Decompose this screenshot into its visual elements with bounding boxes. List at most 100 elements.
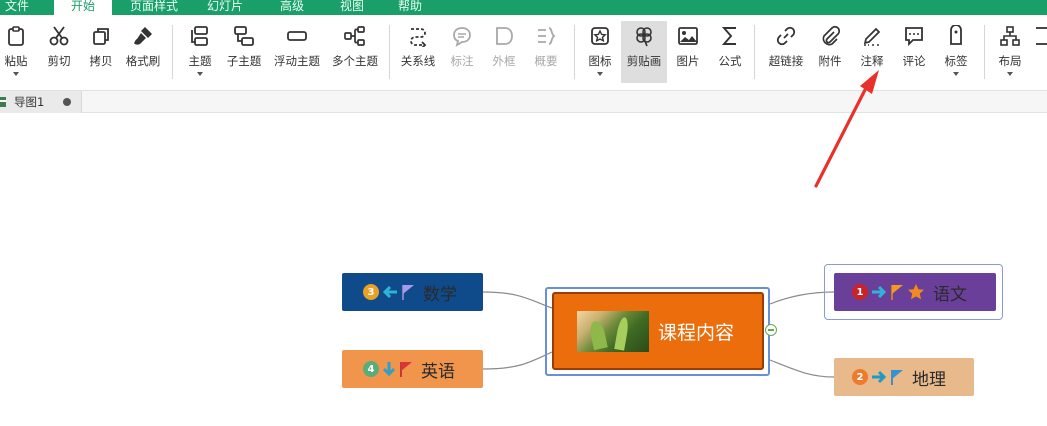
menu-start[interactable]: 开始 — [54, 0, 112, 15]
more-button[interactable] — [1036, 21, 1047, 85]
collapse-toggle[interactable] — [765, 324, 777, 336]
callout-icon — [449, 23, 475, 49]
formula-button[interactable]: 公式 — [714, 21, 746, 85]
subtopic-label: 子主题 — [226, 54, 262, 68]
copy-label: 拷贝 — [89, 54, 113, 68]
arrow-left-icon — [382, 285, 398, 299]
topic-chinese[interactable]: 1 语文 — [834, 273, 996, 311]
arrow-right-icon — [871, 370, 887, 384]
layout-label: 布局 — [998, 54, 1022, 68]
relationship-label: 关系线 — [400, 54, 436, 68]
brush-icon — [130, 23, 156, 49]
flag-icon — [890, 369, 904, 385]
summary-button[interactable]: 概要 — [530, 21, 562, 85]
priority-2-badge: 2 — [852, 369, 868, 385]
paperclip-icon — [817, 23, 843, 49]
document-tab-label: 导图1 — [14, 95, 45, 109]
clipart-button[interactable]: 剪贴画 — [621, 21, 667, 83]
central-topic-image — [577, 310, 649, 352]
comment-label: 评论 — [902, 54, 926, 68]
paste-button[interactable]: 粘贴 — [0, 21, 32, 85]
chevron-down-icon — [13, 72, 19, 76]
boundary-label: 外框 — [492, 54, 516, 68]
ribbon-toolbar: 粘贴 剪切 拷贝 格式刷 主题 子主题 浮动主题 多个主题 关系线 标注 外框 … — [0, 15, 1047, 91]
topic-geography-label: 地理 — [912, 369, 946, 390]
boundary-button[interactable]: 外框 — [488, 21, 520, 85]
org-chart-icon — [997, 23, 1023, 49]
relationship-icon — [405, 23, 431, 49]
attachment-button[interactable]: 附件 — [814, 21, 846, 85]
hyperlink-label: 超链接 — [768, 54, 804, 68]
menu-slides[interactable]: 幻灯片 — [202, 0, 248, 15]
hyperlink-button[interactable]: 超链接 — [764, 21, 808, 85]
topic-math[interactable]: 3 数学 — [342, 273, 483, 311]
tag-icon — [943, 23, 969, 49]
note-label: 注释 — [860, 54, 884, 68]
icon-button[interactable]: 图标 — [584, 21, 616, 85]
floating-topic-button[interactable]: 浮动主题 — [270, 21, 324, 85]
menu-view[interactable]: 视图 — [332, 0, 372, 15]
menu-file[interactable]: 文件 — [0, 0, 34, 15]
tag-button[interactable]: 标签 — [940, 21, 972, 85]
topic-button[interactable]: 主题 — [184, 21, 216, 85]
relationship-button[interactable]: 关系线 — [398, 21, 438, 85]
attachment-label: 附件 — [818, 54, 842, 68]
arrow-right-icon — [871, 285, 887, 299]
document-tab-strip: 导图1 — [0, 91, 1047, 113]
cut-button[interactable]: 剪切 — [42, 21, 76, 85]
central-topic[interactable]: 课程内容 — [552, 292, 764, 370]
image-button[interactable]: 图片 — [672, 21, 704, 85]
note-button[interactable]: 注释 — [856, 21, 888, 85]
close-tab-icon[interactable] — [63, 98, 71, 106]
chevron-down-icon — [1007, 72, 1013, 76]
multiple-topics-icon — [342, 23, 368, 49]
menu-help[interactable]: 帮助 — [390, 0, 430, 15]
mindmap-file-icon — [0, 97, 6, 107]
subtopic-button[interactable]: 子主题 — [224, 21, 264, 85]
tag-label: 标签 — [944, 54, 968, 68]
callout-label: 标注 — [450, 54, 474, 68]
floating-topic-label: 浮动主题 — [274, 54, 320, 68]
copy-icon — [88, 23, 114, 49]
topic-english[interactable]: 4 英语 — [342, 350, 483, 388]
format-painter-label: 格式刷 — [125, 54, 161, 68]
arrow-down-icon — [382, 361, 396, 377]
layout-button[interactable]: 布局 — [994, 21, 1026, 85]
formula-label: 公式 — [718, 54, 742, 68]
central-topic-label: 课程内容 — [658, 321, 735, 344]
callout-button[interactable]: 标注 — [446, 21, 478, 85]
format-painter-button[interactable]: 格式刷 — [122, 21, 164, 85]
floating-topic-icon — [284, 23, 310, 49]
star-icon — [907, 283, 925, 301]
divider — [172, 25, 173, 79]
flag-icon — [401, 284, 415, 300]
topic-chinese-label: 语文 — [933, 284, 967, 305]
priority-4-badge: 4 — [363, 361, 379, 377]
link-icon — [773, 23, 799, 49]
multiple-topics-button[interactable]: 多个主题 — [328, 21, 382, 85]
topic-english-label: 英语 — [421, 361, 455, 382]
flag-icon — [890, 284, 904, 300]
paste-label: 粘贴 — [4, 54, 28, 68]
chevron-down-icon — [197, 72, 203, 76]
clipart-label: 剪贴画 — [626, 54, 662, 68]
cut-label: 剪切 — [47, 54, 71, 68]
comment-button[interactable]: 评论 — [898, 21, 930, 85]
summary-icon — [533, 23, 559, 49]
menu-bar: 文件 开始 页面样式 幻灯片 高级 视图 帮助 — [0, 0, 1047, 15]
divider — [389, 25, 390, 79]
topic-label: 主题 — [188, 54, 212, 68]
icon-label: 图标 — [588, 54, 612, 68]
chevron-down-icon — [953, 72, 959, 76]
image-icon — [675, 23, 701, 49]
divider — [984, 25, 985, 79]
menu-advanced[interactable]: 高级 — [272, 0, 312, 15]
divider — [574, 25, 575, 79]
boundary-icon — [491, 23, 517, 49]
topic-geography[interactable]: 2 地理 — [834, 358, 974, 396]
priority-3-badge: 3 — [363, 284, 379, 300]
menu-page-style[interactable]: 页面样式 — [124, 0, 184, 15]
copy-button[interactable]: 拷贝 — [84, 21, 118, 85]
flag-icon — [399, 361, 413, 377]
document-tab[interactable]: 导图1 — [0, 91, 82, 113]
